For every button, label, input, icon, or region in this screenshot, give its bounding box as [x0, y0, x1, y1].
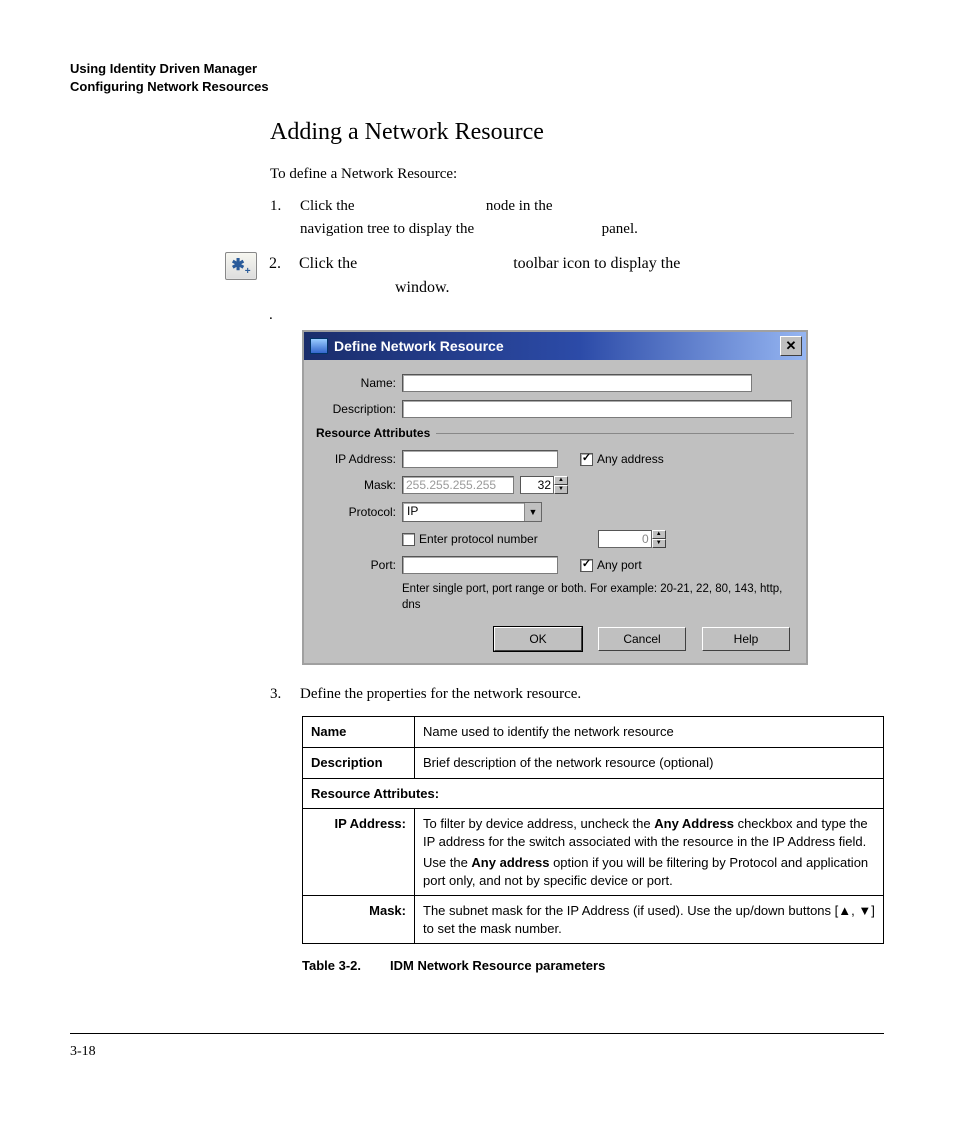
section-title: Adding a Network Resource [270, 119, 884, 146]
param-name: IP Address: [303, 809, 415, 896]
ip-label: IP Address: [316, 452, 402, 466]
any-port-checkbox[interactable] [580, 559, 593, 572]
step-number: 3. [270, 683, 300, 706]
intro-text: To define a Network Resource: [270, 166, 884, 183]
port-label: Port: [316, 558, 402, 572]
header-line-1: Using Identity Driven Manager [70, 60, 884, 78]
header-line-2: Configuring Network Resources [70, 78, 884, 96]
step-2: 2. Click the toolbar icon to display the… [269, 252, 884, 302]
page-number: 3-18 [70, 1044, 96, 1059]
step-body: Click the toolbar icon to display the wi… [299, 252, 884, 302]
table-group-header-row: Resource Attributes: [303, 778, 884, 809]
table-row: Description Brief description of the net… [303, 748, 884, 779]
name-label: Name: [316, 376, 402, 390]
protocol-select[interactable]: IP ▼ [402, 502, 542, 522]
step-body: Define the properties for the network re… [300, 683, 884, 706]
ip-address-input[interactable] [402, 450, 558, 468]
enter-protocol-number-checkbox[interactable] [402, 533, 415, 546]
close-button[interactable]: ✕ [780, 336, 802, 356]
table-row: Mask: The subnet mask for the IP Address… [303, 896, 884, 944]
mask-input[interactable]: 255.255.255.255 [402, 476, 514, 494]
parameters-table: Name Name used to identify the network r… [302, 716, 884, 944]
mask-bits-spinner[interactable]: 32 ▲ ▼ [520, 476, 568, 494]
param-desc: To filter by device address, uncheck the… [415, 809, 884, 896]
help-button[interactable]: Help [702, 627, 790, 651]
step-number: 2. [269, 252, 299, 302]
spinner-down-icon[interactable]: ▼ [652, 539, 666, 548]
resource-attributes-group: Resource Attributes [316, 426, 794, 440]
param-desc: Brief description of the network resourc… [415, 748, 884, 779]
running-header: Using Identity Driven Manager Configurin… [70, 60, 884, 95]
page-footer: 3-18 [70, 1033, 884, 1060]
protocol-number-spinner[interactable]: 0 ▲ ▼ [598, 530, 666, 548]
ok-button[interactable]: OK [494, 627, 582, 651]
table-caption: Table 3-2.IDM Network Resource parameter… [302, 958, 884, 973]
param-name: Mask: [303, 896, 415, 944]
define-network-resource-dialog: Define Network Resource ✕ Name: Descript… [302, 330, 808, 665]
port-input[interactable] [402, 556, 558, 574]
name-input[interactable] [402, 374, 752, 392]
any-port-label: Any port [597, 558, 642, 572]
any-address-label: Any address [597, 452, 664, 466]
chevron-down-icon[interactable]: ▼ [524, 503, 541, 521]
description-label: Description: [316, 402, 402, 416]
param-name: Description [303, 748, 415, 779]
table-row: IP Address: To filter by device address,… [303, 809, 884, 896]
step-body: Click the node in the navigation tree to… [300, 195, 884, 242]
spinner-up-icon[interactable]: ▲ [554, 476, 568, 485]
param-desc: The subnet mask for the IP Address (if u… [415, 896, 884, 944]
any-address-checkbox[interactable] [580, 453, 593, 466]
port-hint: Enter single port, port range or both. F… [402, 582, 794, 613]
step-3: 3. Define the properties for the network… [270, 683, 884, 706]
step-1: 1. Click the node in the navigation tree… [270, 195, 884, 242]
param-desc: Name used to identify the network resour… [415, 717, 884, 748]
group-header-cell: Resource Attributes: [303, 778, 884, 809]
dialog-titlebar: Define Network Resource ✕ [304, 332, 806, 360]
dialog-title: Define Network Resource [334, 338, 504, 354]
dialog-title-icon [310, 338, 328, 354]
spinner-up-icon[interactable]: ▲ [652, 530, 666, 539]
table-row: Name Name used to identify the network r… [303, 717, 884, 748]
step-number: 1. [270, 195, 300, 242]
add-network-resource-icon: ✱+ [225, 252, 257, 280]
enter-protocol-number-label: Enter protocol number [419, 532, 538, 546]
cancel-button[interactable]: Cancel [598, 627, 686, 651]
description-input[interactable] [402, 400, 792, 418]
mask-label: Mask: [316, 478, 402, 492]
protocol-label: Protocol: [316, 505, 402, 519]
spinner-down-icon[interactable]: ▼ [554, 485, 568, 494]
param-name: Name [303, 717, 415, 748]
